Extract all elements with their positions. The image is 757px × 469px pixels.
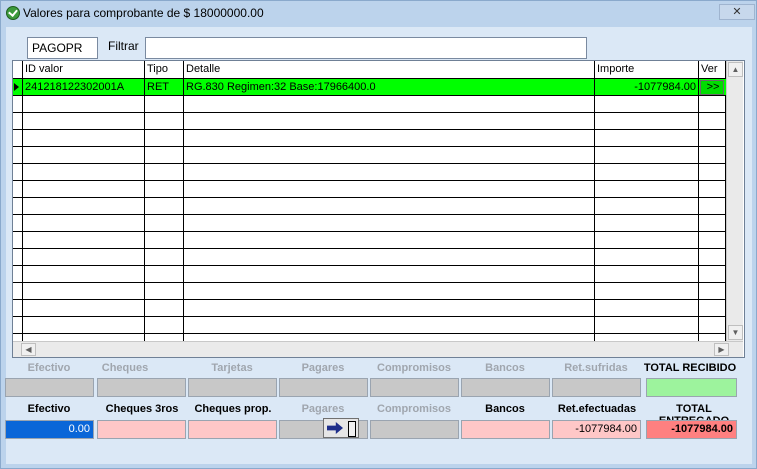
entregado-chequesprop-field[interactable] bbox=[188, 420, 277, 439]
scroll-down-icon[interactable]: ▼ bbox=[728, 325, 743, 340]
label-entregado-bancos: Bancos bbox=[485, 403, 525, 415]
entregado-retefectuadas-field[interactable]: -1077984.00 bbox=[552, 420, 641, 439]
table-row[interactable] bbox=[13, 317, 726, 334]
table-row[interactable] bbox=[13, 249, 726, 266]
arrow-right-icon bbox=[327, 422, 343, 434]
scroll-up-icon[interactable]: ▲ bbox=[728, 62, 743, 77]
total-recibido-field bbox=[646, 378, 737, 397]
door-icon bbox=[348, 421, 356, 437]
row-indicator bbox=[13, 79, 23, 96]
column-header-importe[interactable]: Importe bbox=[595, 61, 699, 78]
column-header-detalle[interactable]: Detalle bbox=[184, 61, 595, 78]
scroll-left-icon[interactable]: ◀ bbox=[21, 343, 36, 356]
entregado-bancos-field[interactable] bbox=[461, 420, 550, 439]
column-header-tipo[interactable]: Tipo bbox=[145, 61, 184, 78]
recibido-tarjetas-field[interactable] bbox=[188, 378, 277, 397]
label-entregado-pagares: Pagares bbox=[301, 403, 345, 415]
recibido-cheques-field[interactable] bbox=[97, 378, 186, 397]
label-recibido-cheques: Cheques bbox=[101, 362, 149, 374]
total-entregado-field: -1077984.00 bbox=[646, 420, 737, 439]
label-entregado-retefectuadas: Ret.efectuadas bbox=[557, 403, 637, 415]
label-entregado-efectivo: Efectivo bbox=[27, 403, 71, 415]
label-entregado-cheques3ros: Cheques 3ros bbox=[105, 403, 179, 415]
entregado-cheques3ros-field[interactable] bbox=[97, 420, 186, 439]
operation-code-field[interactable]: PAGOPR bbox=[27, 37, 98, 59]
table-row[interactable] bbox=[13, 283, 726, 300]
table-row[interactable] bbox=[13, 266, 726, 283]
label-recibido-efectivo: Efectivo bbox=[27, 362, 71, 374]
recibido-retsufridas-field[interactable] bbox=[552, 378, 641, 397]
client-area: PAGOPR Filtrar ID valor Tipo Detalle Imp… bbox=[5, 27, 752, 464]
label-entregado-compromisos: Compromisos bbox=[377, 403, 451, 415]
table-row[interactable] bbox=[13, 232, 726, 249]
recibido-efectivo-field[interactable] bbox=[5, 378, 94, 397]
close-button[interactable]: ✕ bbox=[719, 4, 755, 20]
table-row[interactable] bbox=[13, 130, 726, 147]
recibido-compromisos-field[interactable] bbox=[370, 378, 459, 397]
row-pointer-icon bbox=[14, 83, 19, 91]
cell-id[interactable]: 241218122302001A bbox=[23, 79, 145, 96]
table-row[interactable] bbox=[13, 113, 726, 130]
recibido-pagares-field[interactable] bbox=[279, 378, 368, 397]
label-recibido-compromisos: Compromisos bbox=[377, 362, 451, 374]
label-recibido-pagares: Pagares bbox=[301, 362, 345, 374]
cell-importe[interactable]: -1077984.00 bbox=[595, 79, 699, 96]
table-row[interactable] bbox=[13, 198, 726, 215]
header-indicator bbox=[13, 61, 23, 78]
values-grid: ID valor Tipo Detalle Importe Ver 241218… bbox=[12, 60, 745, 358]
entregado-compromisos-field[interactable] bbox=[370, 420, 459, 439]
window-title: Valores para comprobante de $ 18000000.0… bbox=[23, 6, 264, 20]
filter-input[interactable] bbox=[145, 37, 587, 59]
scroll-right-icon[interactable]: ▶ bbox=[714, 343, 729, 356]
recibido-bancos-field[interactable] bbox=[461, 378, 550, 397]
table-row[interactable] bbox=[13, 96, 726, 113]
view-button[interactable]: >> bbox=[700, 80, 724, 95]
column-header-id[interactable]: ID valor bbox=[23, 61, 145, 78]
check-circle-icon bbox=[6, 6, 20, 20]
table-row[interactable]: 241218122302001A RET RG.830 Regimen:32 B… bbox=[13, 79, 726, 96]
filter-label: Filtrar bbox=[108, 39, 139, 53]
label-total-recibido: TOTAL RECIBIDO bbox=[643, 362, 737, 374]
label-entregado-chequesprop: Cheques prop. bbox=[194, 403, 272, 415]
vertical-scrollbar[interactable]: ▲ ▼ bbox=[726, 61, 743, 341]
table-row[interactable] bbox=[13, 147, 726, 164]
horizontal-scrollbar[interactable]: ◀ ▶ bbox=[13, 341, 743, 357]
label-recibido-retsufridas: Ret.sufridas bbox=[564, 362, 628, 374]
table-row[interactable] bbox=[13, 215, 726, 232]
column-header-ver[interactable]: Ver bbox=[699, 61, 726, 78]
label-recibido-tarjetas: Tarjetas bbox=[211, 362, 253, 374]
table-row[interactable] bbox=[13, 164, 726, 181]
grid-header: ID valor Tipo Detalle Importe Ver bbox=[13, 61, 726, 79]
label-recibido-bancos: Bancos bbox=[485, 362, 525, 374]
title-bar: Valores para comprobante de $ 18000000.0… bbox=[1, 1, 756, 25]
entregado-efectivo-field[interactable]: 0.00 bbox=[5, 420, 94, 439]
cell-detalle[interactable]: RG.830 Regimen:32 Base:17966400.0 bbox=[184, 79, 595, 96]
table-row[interactable] bbox=[13, 181, 726, 198]
confirm-exit-button[interactable] bbox=[323, 418, 359, 438]
window: Valores para comprobante de $ 18000000.0… bbox=[0, 0, 757, 469]
cell-tipo[interactable]: RET bbox=[145, 79, 184, 96]
table-row[interactable] bbox=[13, 300, 726, 317]
